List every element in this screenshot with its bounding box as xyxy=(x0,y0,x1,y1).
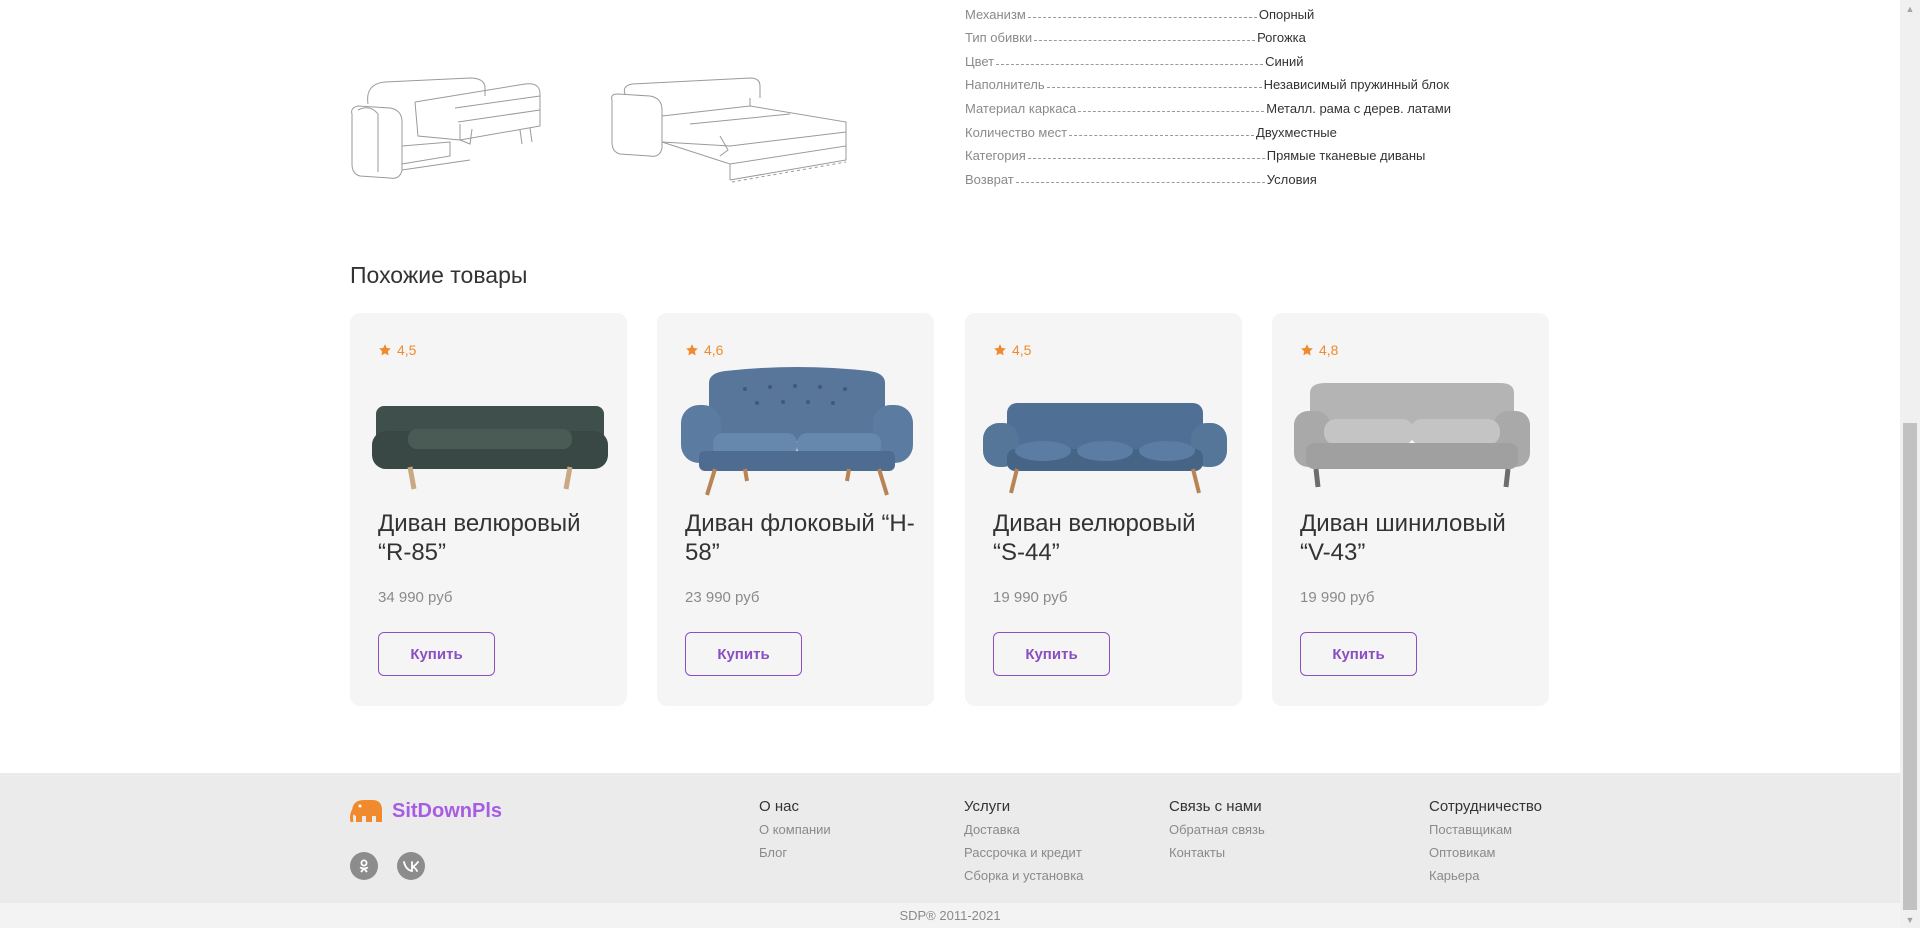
product-card[interactable]: 4,5 Диван велюровый “S-44” 19 990 руб Ку… xyxy=(965,313,1242,706)
spec-value: Рогожка xyxy=(1257,30,1306,46)
spec-row: Цвет Синий xyxy=(965,45,1485,69)
star-icon xyxy=(994,344,1006,356)
scroll-thumb[interactable] xyxy=(1903,423,1917,910)
spec-value: Металл. рама с дерев. латами xyxy=(1266,100,1451,116)
footer-link[interactable]: Доставка xyxy=(964,820,1083,843)
product-image[interactable] xyxy=(368,363,612,513)
spec-dots xyxy=(1015,181,1265,183)
footer-link[interactable]: Рассрочка и кредит xyxy=(964,843,1083,866)
spec-label: Материал каркаса xyxy=(965,100,1077,116)
footer-link[interactable]: О компании xyxy=(759,820,831,843)
spec-dots xyxy=(1027,158,1265,160)
rating-value: 4,6 xyxy=(704,342,724,358)
footer-column-services: Услуги Доставка Рассрочка и кредит Сборк… xyxy=(964,798,1083,889)
spec-label: Количество мест xyxy=(965,124,1068,140)
product-image[interactable] xyxy=(675,363,919,513)
page-scrollbar[interactable]: ▲ ▼ xyxy=(1900,0,1920,928)
product-specs: Механизм Опорный Тип обивки Рогожка Цвет… xyxy=(965,0,1485,187)
page: Механизм Опорный Тип обивки Рогожка Цвет… xyxy=(0,0,1900,928)
footer-link[interactable]: Карьера xyxy=(1429,866,1542,889)
buy-button[interactable]: Купить xyxy=(993,632,1110,676)
product-image[interactable] xyxy=(983,363,1227,513)
spec-dots xyxy=(1078,110,1265,112)
footer-column-contact: Связь с нами Обратная связь Контакты xyxy=(1169,798,1265,866)
spec-label: Механизм xyxy=(965,6,1026,22)
footer-link[interactable]: Контакты xyxy=(1169,843,1265,866)
spec-row: Механизм Опорный xyxy=(965,0,1485,22)
product-image[interactable] xyxy=(1290,363,1534,513)
spec-row: Возврат Условия xyxy=(965,163,1485,187)
elephant-logo-icon xyxy=(350,800,382,823)
spec-value: Опорный xyxy=(1258,6,1315,22)
odnoklassniki-icon[interactable] xyxy=(350,852,378,880)
scroll-up-arrow-icon[interactable]: ▲ xyxy=(1900,0,1920,17)
footer-heading: Связь с нами xyxy=(1169,798,1262,815)
spec-row: Наполнитель Независимый пружинный блок xyxy=(965,69,1485,93)
copyright: SDP® 2011-2021 xyxy=(0,903,1900,928)
spec-dots xyxy=(1046,87,1262,89)
spec-value: Независимый пружинный блок xyxy=(1263,77,1450,93)
footer-link[interactable]: Обратная связь xyxy=(1169,820,1265,843)
spec-label: Цвет xyxy=(965,53,995,69)
footer-column-partnership: Сотрудничество Поставщикам Оптовикам Кар… xyxy=(1429,798,1542,889)
footer-heading: Услуги xyxy=(964,798,1011,815)
buy-button[interactable]: Купить xyxy=(1300,632,1417,676)
product-price: 19 990 руб xyxy=(993,589,1068,606)
spec-dots xyxy=(1034,40,1256,42)
sofa-folded-drawing xyxy=(351,77,541,179)
footer-link[interactable]: Блог xyxy=(759,843,831,866)
buy-button[interactable]: Купить xyxy=(378,632,495,676)
buy-button[interactable]: Купить xyxy=(685,632,802,676)
product-rating: 4,5 xyxy=(993,342,1031,358)
product-rating: 4,8 xyxy=(1300,342,1338,358)
product-price: 34 990 руб xyxy=(378,589,453,606)
spec-dots xyxy=(996,63,1264,65)
spec-value: Двухместные xyxy=(1256,124,1337,140)
spec-row: Категория Прямые тканевые диваны xyxy=(965,140,1485,164)
rating-value: 4,5 xyxy=(397,342,417,358)
product-title[interactable]: Диван шиниловый “V-43” xyxy=(1300,509,1535,567)
footer-logo[interactable]: SitDownPls xyxy=(350,798,502,824)
spec-dots xyxy=(1027,16,1257,18)
product-rating: 4,6 xyxy=(685,342,723,358)
spec-label: Возврат xyxy=(965,171,1014,187)
spec-row: Материал каркаса Металл. рама с дерев. л… xyxy=(965,92,1485,116)
product-card[interactable]: 4,8 Диван шиниловый “V-43” 19 990 руб Ку… xyxy=(1272,313,1549,706)
rating-value: 4,8 xyxy=(1319,342,1339,358)
product-card[interactable]: 4,6 Диван флоковый “H-58” 23 990 руб Куп… xyxy=(657,313,934,706)
product-title[interactable]: Диван флоковый “H-58” xyxy=(685,509,920,567)
product-title[interactable]: Диван велюровый “R-85” xyxy=(378,509,613,567)
footer-link[interactable]: Сборка и установка xyxy=(964,866,1083,889)
product-rating: 4,5 xyxy=(378,342,416,358)
footer-heading: Сотрудничество xyxy=(1429,798,1542,815)
footer: SitDownPls О нас О компании Блог Услуги … xyxy=(0,773,1900,903)
spec-dots xyxy=(1069,134,1255,136)
footer-column-about: О нас О компании Блог xyxy=(759,798,831,866)
spec-value: Прямые тканевые диваны xyxy=(1266,148,1426,164)
brand-name: SitDownPls xyxy=(392,799,503,822)
product-price: 23 990 руб xyxy=(685,589,760,606)
spec-label: Тип обивки xyxy=(965,30,1033,46)
spec-value: Синий xyxy=(1265,53,1304,69)
vk-icon[interactable] xyxy=(397,852,425,880)
spec-label: Наполнитель xyxy=(965,77,1045,93)
product-card[interactable]: 4,5 Диван велюровый “R-85” 34 990 руб Ку… xyxy=(350,313,627,706)
product-price: 19 990 руб xyxy=(1300,589,1375,606)
footer-link[interactable]: Оптовикам xyxy=(1429,843,1542,866)
spec-value[interactable]: Условия xyxy=(1267,172,1317,187)
similar-products-title: Похожие товары xyxy=(350,262,528,288)
star-icon xyxy=(1301,344,1313,356)
footer-link[interactable]: Поставщикам xyxy=(1429,820,1542,843)
rating-value: 4,5 xyxy=(1012,342,1032,358)
sofa-unfolded-drawing xyxy=(611,77,847,183)
spec-label: Категория xyxy=(965,148,1026,164)
spec-row: Тип обивки Рогожка xyxy=(965,22,1485,46)
star-icon xyxy=(379,344,391,356)
product-title[interactable]: Диван велюровый “S-44” xyxy=(993,509,1228,567)
star-icon xyxy=(686,344,698,356)
footer-heading: О нас xyxy=(759,798,799,815)
spec-row: Количество мест Двухместные xyxy=(965,116,1485,140)
scroll-down-arrow-icon[interactable]: ▼ xyxy=(1900,911,1920,928)
